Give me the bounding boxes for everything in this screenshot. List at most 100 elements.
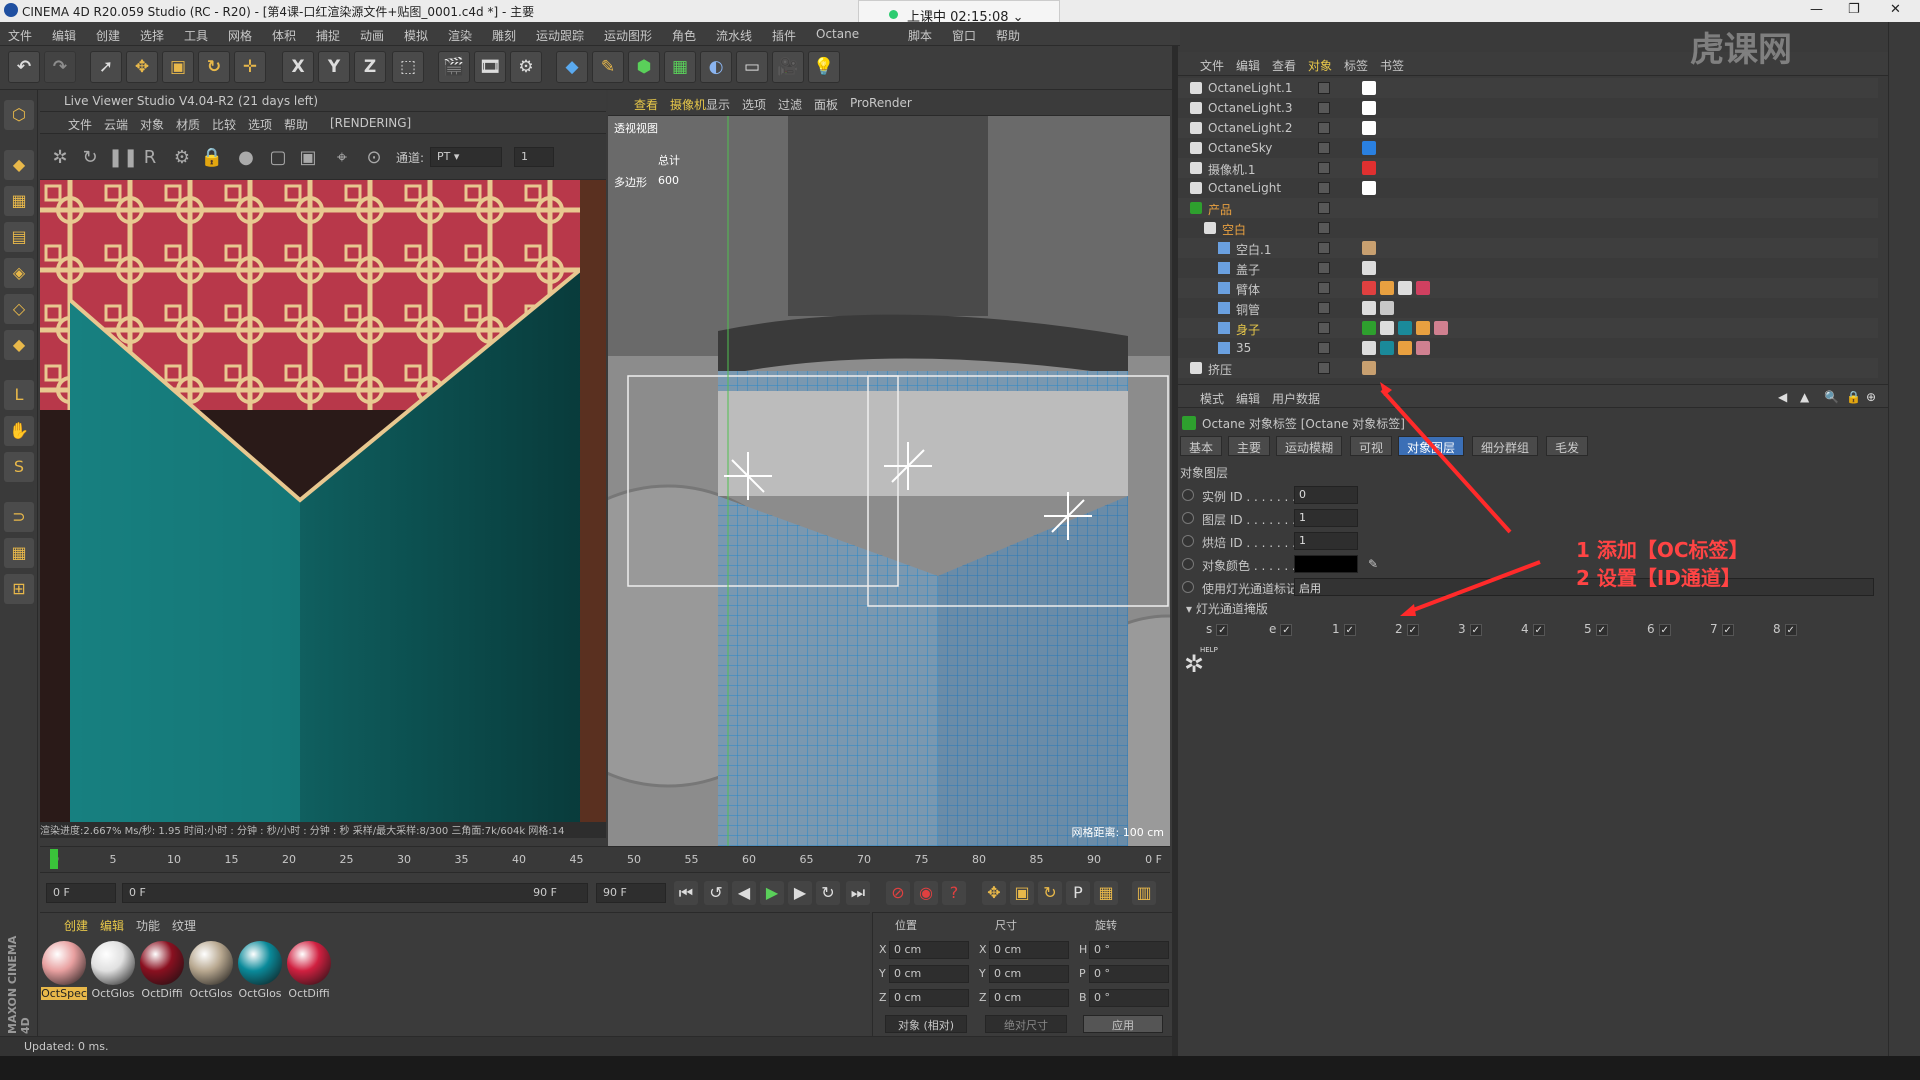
octane-help-icon[interactable]: ✲ HELP	[1184, 646, 1218, 686]
viewport-menu-item[interactable]: 查看	[634, 96, 658, 113]
restore-icon[interactable]: ❐	[1848, 2, 1860, 17]
om-menu-item[interactable]: 标签	[1344, 57, 1368, 74]
x-axis-button[interactable]: X	[282, 51, 314, 83]
pick-material-icon[interactable]: ⊙	[362, 146, 386, 170]
coord-field[interactable]: 0 cm	[989, 941, 1069, 959]
render-settings-icon[interactable]: ⚙	[510, 51, 542, 83]
viewport-menu-item[interactable]: 显示	[706, 96, 730, 113]
object-row[interactable]: 空白	[1178, 218, 1878, 238]
object-tag-icon[interactable]	[1416, 321, 1430, 335]
end-frame-field[interactable]: 90 F	[596, 883, 666, 903]
magnet-icon[interactable]: ⊃	[4, 502, 34, 532]
menu-item[interactable]: 体积	[272, 27, 296, 44]
stop-icon[interactable]: R	[138, 146, 162, 170]
up-arrow-icon[interactable]: ▲	[1800, 390, 1809, 404]
menu-item[interactable]: 模拟	[404, 27, 428, 44]
coord-field[interactable]: 0 °	[1089, 989, 1169, 1007]
edges-mode-icon[interactable]: ◇	[4, 294, 34, 324]
light-pass-checkbox[interactable]: e ✓	[1269, 622, 1293, 636]
keyframe-selection-icon[interactable]: ?	[942, 881, 966, 905]
prev-key-icon[interactable]: ↺	[704, 881, 728, 905]
coord-system-icon[interactable]: ⬚	[392, 51, 424, 83]
lock-icon[interactable]: 🔒	[200, 146, 224, 170]
visibility-toggle[interactable]	[1318, 242, 1330, 254]
object-row[interactable]: 臂体	[1178, 278, 1878, 298]
object-row[interactable]: OctaneLight.1	[1178, 78, 1878, 98]
apply-button[interactable]: 应用	[1083, 1015, 1163, 1033]
key-rotation-icon[interactable]: ↻	[1038, 881, 1062, 905]
property-radio[interactable]	[1182, 581, 1194, 593]
select-tool-icon[interactable]: ➚	[90, 51, 122, 83]
object-tag-icon[interactable]	[1362, 341, 1376, 355]
object-tag-icon[interactable]	[1380, 321, 1394, 335]
object-tag-icon[interactable]	[1362, 141, 1376, 155]
locked-workplane-icon[interactable]: ⊞	[4, 574, 34, 604]
attribute-tab[interactable]: 运动模糊	[1276, 436, 1343, 456]
visibility-toggle[interactable]	[1318, 82, 1330, 94]
object-tag-icon[interactable]	[1380, 281, 1394, 295]
menu-item[interactable]: Octane	[816, 27, 859, 41]
visibility-toggle[interactable]	[1318, 302, 1330, 314]
next-key-icon[interactable]: ↻	[816, 881, 840, 905]
pause-icon[interactable]: ❚❚	[108, 146, 138, 170]
visibility-toggle[interactable]	[1318, 102, 1330, 114]
live-viewer-menu-item[interactable]: 选项	[248, 116, 272, 133]
sphere-icon[interactable]: ●	[234, 146, 258, 170]
goto-start-icon[interactable]: ⏮	[674, 881, 698, 905]
tweak-icon[interactable]: ✋	[4, 416, 34, 446]
color-swatch[interactable]	[1294, 555, 1358, 573]
viewport-menu-item[interactable]: 面板	[814, 96, 838, 113]
redo-icon[interactable]: ↷	[44, 51, 76, 83]
restart-icon[interactable]: ↻	[78, 146, 102, 170]
om-menu-item[interactable]: 书签	[1380, 57, 1404, 74]
key-pla-icon[interactable]: ▦	[1094, 881, 1118, 905]
visibility-toggle[interactable]	[1318, 122, 1330, 134]
light-pass-checkbox[interactable]: 6 ✓	[1647, 622, 1671, 636]
texture-mode-icon[interactable]: ▦	[4, 186, 34, 216]
transform-tool-icon[interactable]: ✛	[234, 51, 266, 83]
menu-item[interactable]: 插件	[772, 27, 796, 44]
current-frame-field[interactable]: 0 F	[46, 883, 116, 903]
menu-item[interactable]: 捕捉	[316, 27, 340, 44]
settings-gear-icon[interactable]: ⚙	[170, 146, 194, 170]
om-menu-item[interactable]: 文件	[1200, 57, 1224, 74]
visibility-toggle[interactable]	[1318, 262, 1330, 274]
polygons-mode-icon[interactable]: ◆	[4, 330, 34, 360]
z-axis-button[interactable]: Z	[354, 51, 386, 83]
key-param-icon[interactable]: P	[1066, 881, 1090, 905]
coord-mode-select[interactable]: 对象 (相对)	[885, 1015, 967, 1033]
object-row[interactable]: 铜管	[1178, 298, 1878, 318]
light-pass-checkbox[interactable]: 2 ✓	[1395, 622, 1419, 636]
material-ball[interactable]	[140, 941, 184, 985]
menu-item[interactable]: 脚本	[908, 27, 932, 44]
light-pass-checkbox[interactable]: 8 ✓	[1773, 622, 1797, 636]
material-ball[interactable]	[287, 941, 331, 985]
menu-item[interactable]: 运动图形	[604, 27, 652, 44]
object-tag-icon[interactable]	[1362, 241, 1376, 255]
axis-mode-icon[interactable]: L	[4, 380, 34, 410]
rotate-tool-icon[interactable]: ↻	[198, 51, 230, 83]
mask-section-title[interactable]: ▾ 灯光通道掩版	[1186, 600, 1268, 617]
coord-field[interactable]: 0 cm	[989, 965, 1069, 983]
lock-panel-icon[interactable]: 🔒	[1846, 390, 1861, 404]
back-arrow-icon[interactable]: ◀	[1778, 390, 1787, 404]
autokey-icon[interactable]: ◉	[914, 881, 938, 905]
film-region-icon[interactable]: ▣	[296, 146, 320, 170]
menu-item[interactable]: 渲染	[448, 27, 472, 44]
property-radio[interactable]	[1182, 535, 1194, 547]
eyedropper-icon[interactable]: ✎	[1368, 557, 1378, 571]
object-tag-icon[interactable]	[1416, 341, 1430, 355]
deformer-icon[interactable]: ◐	[700, 51, 732, 83]
menu-item[interactable]: 运动跟踪	[536, 27, 584, 44]
record-icon[interactable]: ⊘	[886, 881, 910, 905]
live-viewer-render[interactable]	[40, 180, 606, 822]
model-mode-icon[interactable]: ◆	[4, 150, 34, 180]
light-icon[interactable]: 💡	[808, 51, 840, 83]
material-ball[interactable]	[238, 941, 282, 985]
object-tag-icon[interactable]	[1362, 181, 1376, 195]
visibility-toggle[interactable]	[1318, 342, 1330, 354]
goto-end-icon[interactable]: ⏭	[846, 881, 870, 905]
object-tag-icon[interactable]	[1362, 281, 1376, 295]
visibility-toggle[interactable]	[1318, 322, 1330, 334]
menu-item[interactable]: 编辑	[52, 27, 76, 44]
